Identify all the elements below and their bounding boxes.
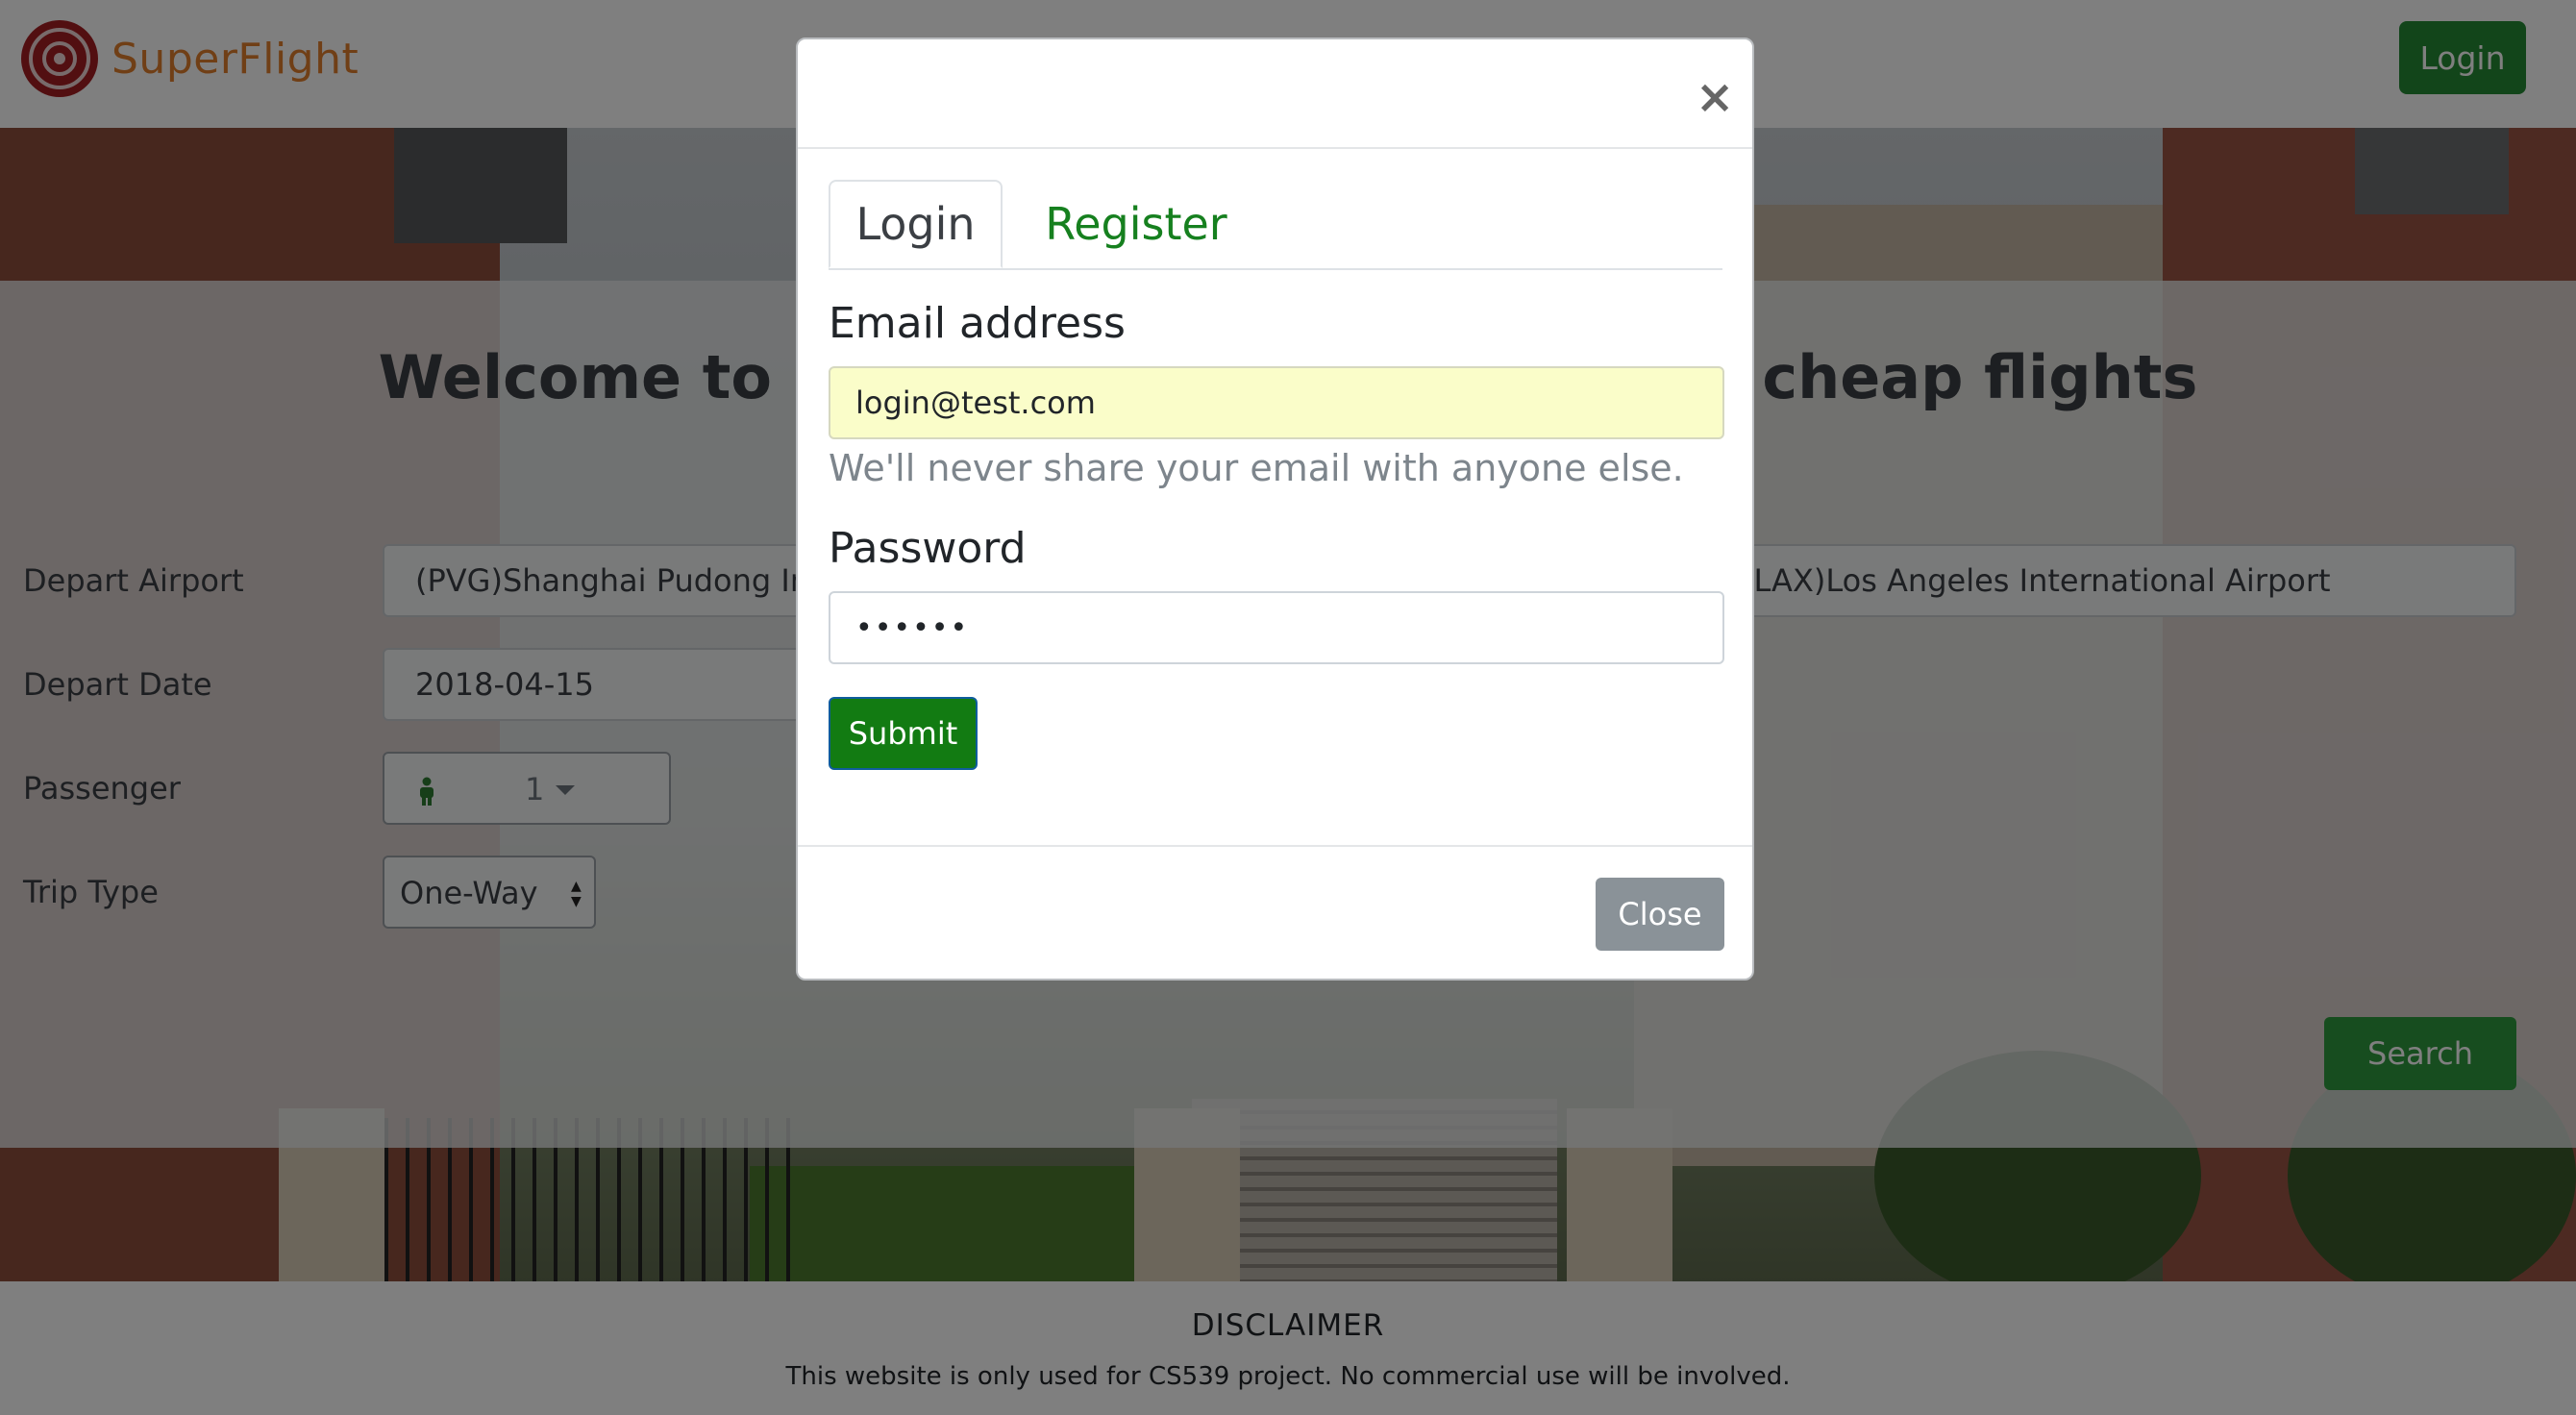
- modal-header-divider: [798, 147, 1752, 149]
- modal-footer-divider: [798, 845, 1752, 847]
- login-modal: × Login Register Email address login@tes…: [796, 37, 1754, 981]
- close-x-icon[interactable]: ×: [1696, 74, 1734, 120]
- modal-tabs: Login Register: [829, 180, 1722, 270]
- email-help-text: We'll never share your email with anyone…: [829, 447, 1684, 489]
- email-value: login@test.com: [855, 385, 1096, 421]
- password-field[interactable]: ••••••: [829, 591, 1724, 664]
- tab-register[interactable]: Register: [1021, 180, 1251, 268]
- password-label: Password: [829, 524, 1027, 573]
- email-field[interactable]: login@test.com: [829, 366, 1724, 439]
- close-button[interactable]: Close: [1596, 878, 1724, 951]
- password-value: ••••••: [855, 610, 970, 645]
- tab-login[interactable]: Login: [829, 180, 1003, 268]
- email-label: Email address: [829, 299, 1126, 348]
- submit-button[interactable]: Submit: [829, 697, 978, 770]
